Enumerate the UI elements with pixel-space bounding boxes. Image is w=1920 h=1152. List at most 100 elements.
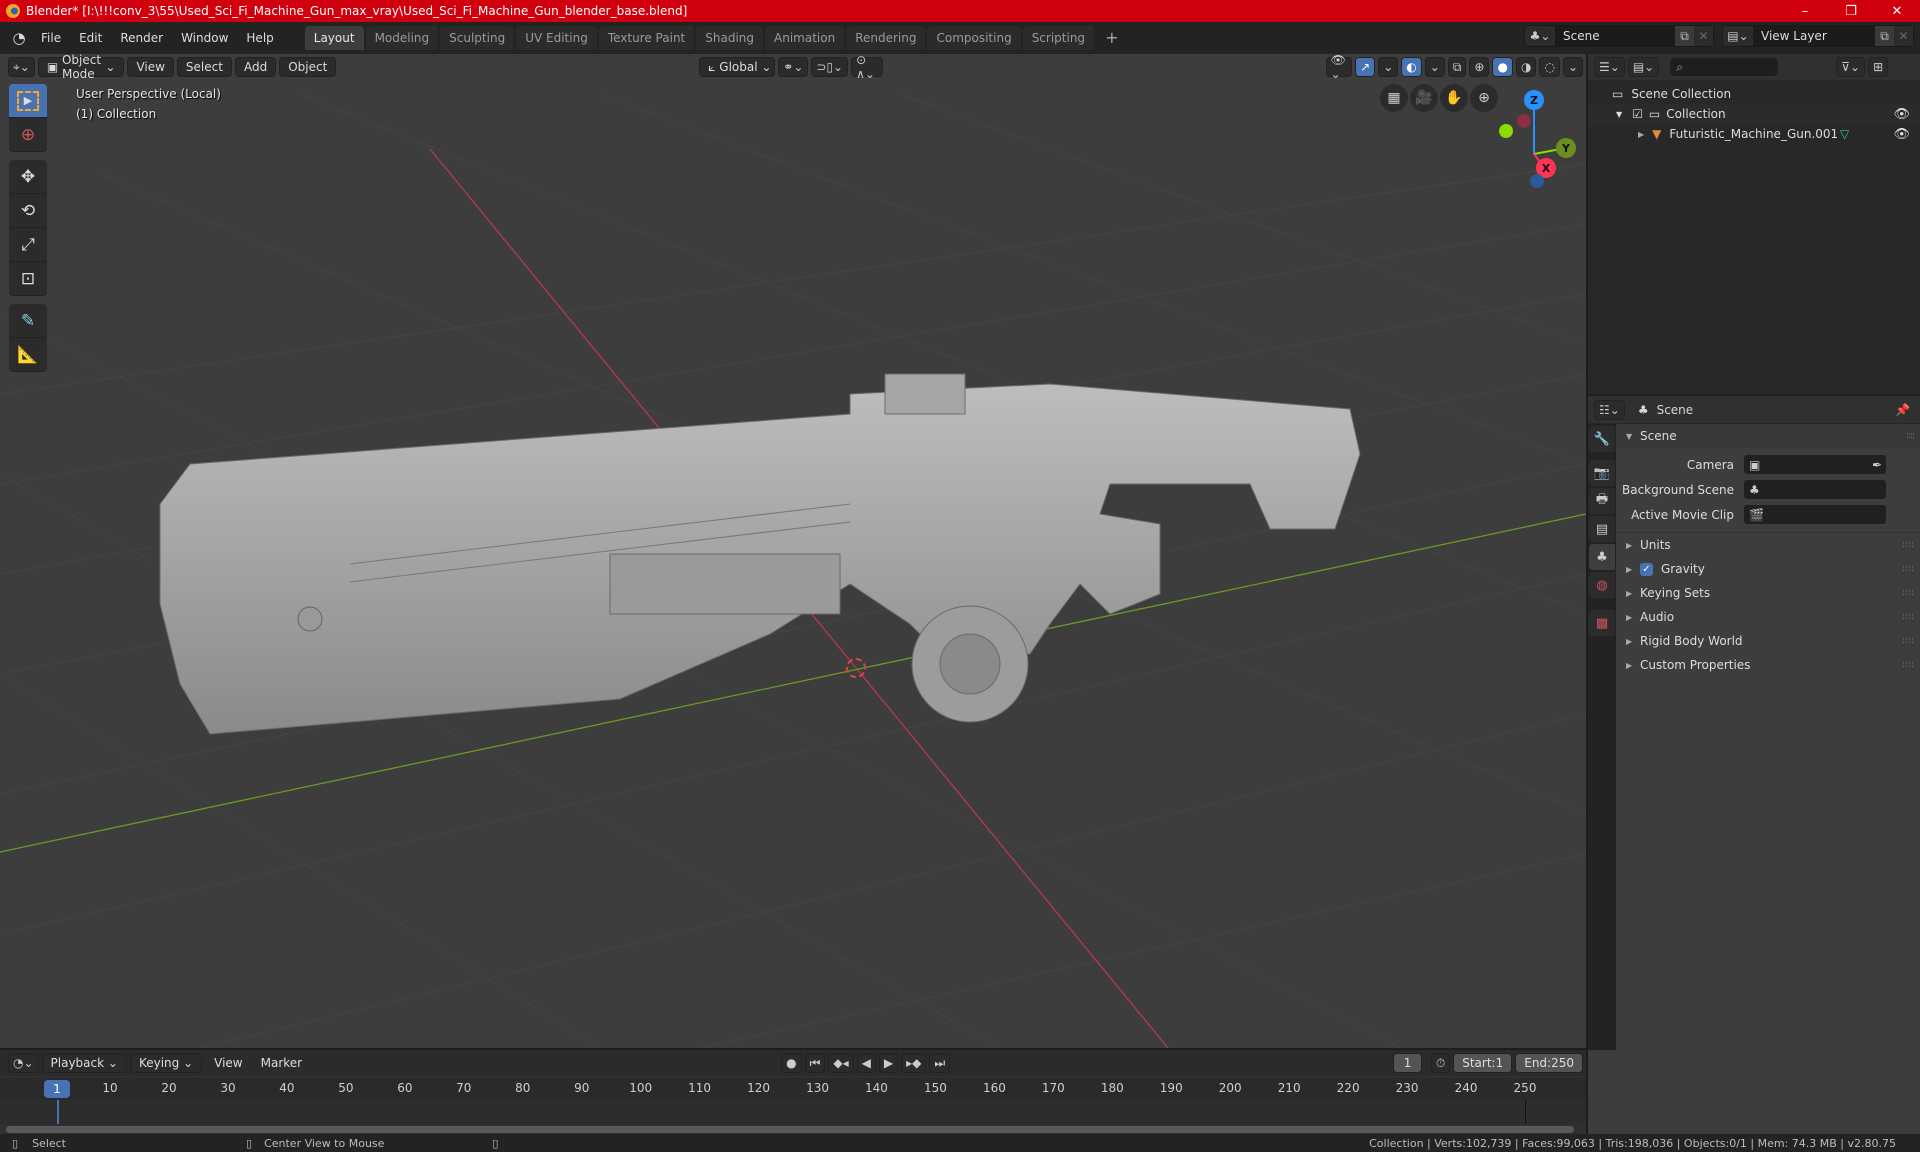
gizmo-dropdown[interactable]: ⌄ (1378, 57, 1399, 77)
tab-compositing[interactable]: Compositing (927, 26, 1021, 50)
tab-output[interactable]: 🖶 (1589, 488, 1615, 514)
add-workspace-button[interactable]: + (1096, 26, 1127, 50)
new-collection-button[interactable]: ⊞ (1868, 57, 1889, 77)
end-frame-field[interactable]: End: 250 (1515, 1053, 1583, 1073)
preview-range-toggle[interactable]: ⏱ (1430, 1053, 1451, 1073)
scene-panel-header[interactable]: ▼ Scene :::: (1616, 424, 1920, 448)
visibility-dropdown[interactable]: 👁⌄ (1325, 54, 1353, 81)
axis-y-ball[interactable]: Y (1556, 138, 1576, 158)
menu-help[interactable]: Help (237, 27, 282, 49)
view-layer-field[interactable]: View Layer (1753, 26, 1875, 46)
maximize-button[interactable]: ❐ (1828, 0, 1874, 22)
rotate-tool[interactable]: ⟲ (9, 194, 47, 228)
select-box-tool[interactable]: ▶ (9, 84, 47, 118)
prev-keyframe-button[interactable]: ◆◂ (828, 1053, 854, 1073)
gizmo-toggle[interactable]: ↗ (1355, 57, 1376, 77)
scene-name-field[interactable]: Scene (1555, 26, 1675, 46)
delete-scene-button[interactable]: ✕ (1694, 26, 1713, 46)
axis-neg-y-ball[interactable] (1499, 124, 1513, 138)
overlay-toggle[interactable]: ◐ (1401, 57, 1422, 77)
annotate-tool[interactable]: ✎ (9, 304, 47, 338)
new-scene-button[interactable]: ⧉ (1675, 26, 1694, 46)
toggle-perspective-button[interactable]: ▦ (1380, 84, 1408, 112)
tab-shading[interactable]: Shading (696, 26, 763, 50)
editor-type-button[interactable]: ⌖⌄ (8, 57, 35, 77)
tab-scene[interactable]: ♣ (1589, 544, 1615, 570)
tab-uv-editing[interactable]: UV Editing (516, 26, 597, 50)
tab-texture[interactable]: ▩ (1589, 610, 1615, 636)
next-keyframe-button[interactable]: ▸◆ (901, 1053, 927, 1073)
viewport-menu-view[interactable]: View (127, 57, 174, 77)
properties-editor-type-button[interactable]: ☷⌄ (1594, 399, 1625, 420)
eye-icon[interactable]: 👁 (1893, 107, 1910, 122)
tab-texture-paint[interactable]: Texture Paint (598, 26, 695, 50)
3d-viewport[interactable]: ⌖⌄ ▣ Object Mode ⌄ View Select Add Objec… (0, 54, 1586, 1048)
timeline-scrollbar[interactable] (6, 1126, 1574, 1133)
current-frame-indicator[interactable]: 1 (44, 1080, 70, 1098)
drag-grip-icon[interactable]: :::: (1902, 564, 1914, 574)
rigid-body-world-panel[interactable]: ▶ Rigid Body World:::: (1616, 629, 1920, 653)
outliner-editor-type-button[interactable]: ☰⌄ (1594, 57, 1625, 77)
view-layer-selector[interactable]: ▤⌄ View Layer ⧉ ✕ (1722, 25, 1914, 47)
mesh-data-icon[interactable]: ▽ (1840, 127, 1849, 141)
axis-neg-x-ball[interactable] (1517, 114, 1531, 128)
minimize-button[interactable]: – (1782, 0, 1828, 22)
camera-view-button[interactable]: 🎥 (1410, 84, 1438, 112)
outliner-row-scene-collection[interactable]: ▭ Scene Collection (1588, 84, 1920, 104)
cursor-tool[interactable]: ⊕ (9, 118, 47, 152)
gun-model[interactable] (150, 354, 1370, 774)
shading-material[interactable]: ◑ (1515, 57, 1537, 77)
filter-dropdown[interactable]: ⊽⌄ (1836, 57, 1866, 77)
tab-scripting[interactable]: Scripting (1022, 26, 1095, 50)
menu-window[interactable]: Window (172, 27, 237, 49)
pivot-point-dropdown[interactable]: ⚭⌄ (778, 57, 809, 77)
close-button[interactable]: ✕ (1874, 0, 1920, 22)
tab-modeling[interactable]: Modeling (365, 26, 439, 50)
mode-dropdown[interactable]: ▣ Object Mode ⌄ (37, 54, 125, 81)
viewport-menu-add[interactable]: Add (234, 57, 277, 77)
record-button[interactable]: ● (781, 1053, 802, 1073)
tab-sculpting[interactable]: Sculpting (440, 26, 515, 50)
jump-start-button[interactable]: ⏮ (804, 1053, 826, 1073)
shading-wireframe[interactable]: ⊕ (1469, 57, 1490, 77)
tab-animation[interactable]: Animation (765, 26, 845, 50)
transform-tool[interactable]: ⊡ (9, 262, 47, 296)
move-tool[interactable]: ✥ (9, 160, 47, 194)
jump-end-button[interactable]: ⏭ (929, 1053, 951, 1073)
camera-field[interactable]: ▣ ✒ (1744, 455, 1886, 474)
timeline-editor-type-button[interactable]: ◔⌄ (8, 1053, 39, 1073)
playhead-line[interactable] (57, 1100, 59, 1124)
gravity-checkbox[interactable]: ✓ (1640, 562, 1653, 576)
background-scene-field[interactable]: ♣ (1744, 480, 1886, 499)
tab-world[interactable]: ◍ (1589, 572, 1615, 598)
viewport-menu-object[interactable]: Object (279, 57, 337, 77)
custom-properties-panel[interactable]: ▶ Custom Properties:::: (1616, 653, 1920, 677)
outliner-search-input[interactable]: ⌕ (1670, 58, 1779, 76)
proportional-edit-toggle[interactable]: ⊙ ∧⌄ (851, 54, 883, 81)
keying-menu[interactable]: Keying ⌄ (129, 1053, 203, 1073)
tab-rendering[interactable]: Rendering (846, 26, 926, 50)
drag-grip-icon[interactable]: :::: (1902, 612, 1914, 622)
play-reverse-button[interactable]: ◀ (856, 1053, 876, 1073)
gravity-panel[interactable]: ▶ ✓ Gravity:::: (1616, 557, 1920, 581)
collection-checkbox[interactable]: ☑ (1632, 107, 1643, 121)
tab-render[interactable]: 📷 (1589, 460, 1615, 486)
drag-grip-icon[interactable]: :::: (1902, 636, 1914, 646)
outliner-row-collection[interactable]: ▼ ☑ ▭ Collection 👁 (1588, 104, 1920, 124)
drag-grip-icon[interactable]: :::: (1902, 540, 1914, 550)
outliner-row-object[interactable]: ▶ ▼ Futuristic_Machine_Gun.001 ▽ 👁 (1588, 124, 1920, 144)
tab-layout[interactable]: Layout (304, 26, 364, 50)
axis-z-ball[interactable]: Z (1524, 90, 1544, 110)
tab-tool[interactable]: 🔧 (1589, 426, 1615, 452)
units-panel[interactable]: ▶ Units:::: (1616, 533, 1920, 557)
timeline-ruler[interactable]: 1 10 20 30 40 50 60 70 80 90 100 110 120 130 140 150 16… (0, 1078, 1586, 1100)
keying-sets-panel[interactable]: ▶ Keying Sets:::: (1616, 581, 1920, 605)
transform-orientation-dropdown[interactable]: ⟀ Global ⌄ (699, 57, 776, 77)
blender-menu-icon[interactable]: ◔ (6, 29, 32, 47)
timeline-view-menu[interactable]: View (205, 1052, 251, 1074)
tab-view-layer[interactable]: ▤ (1589, 516, 1615, 542)
delete-view-layer-button[interactable]: ✕ (1894, 26, 1913, 46)
shading-dropdown[interactable]: ⌄ (1562, 57, 1583, 77)
snap-toggle[interactable]: ⊃▯⌄ (811, 57, 849, 77)
pin-icon[interactable]: 📌 (1895, 403, 1910, 417)
